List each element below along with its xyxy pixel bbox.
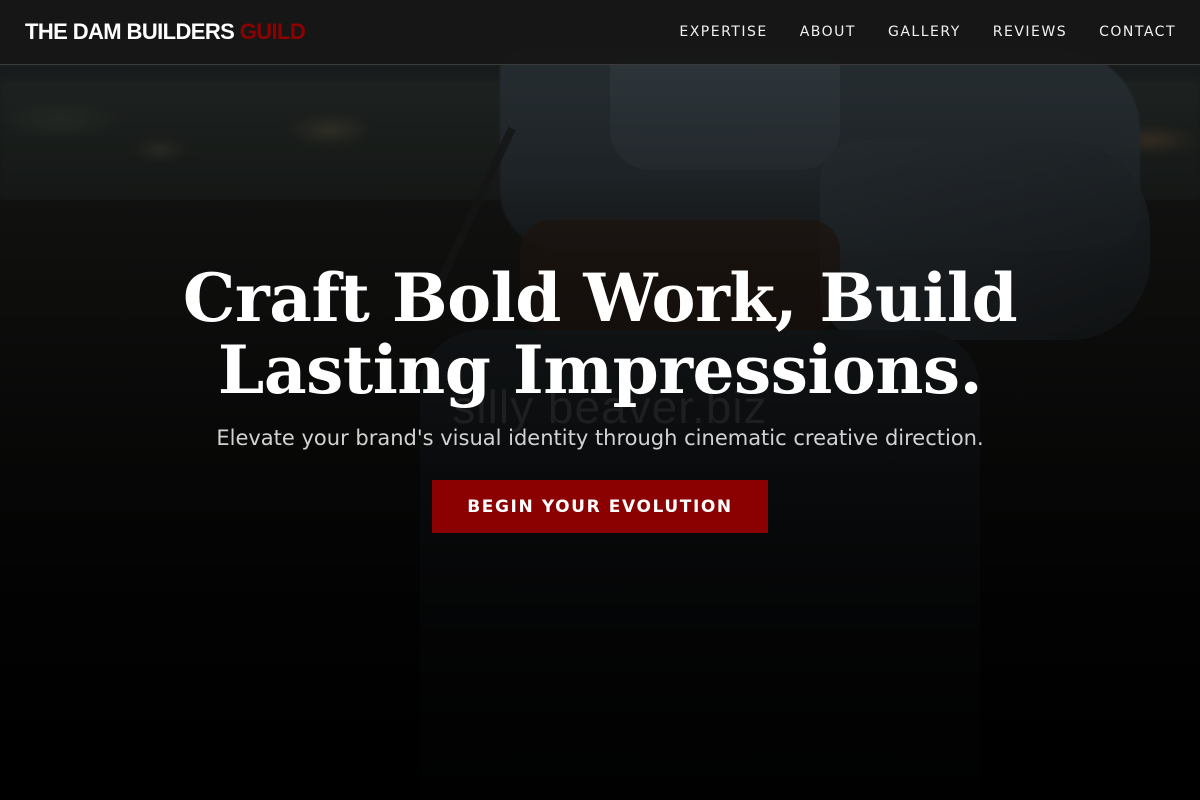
hero-section: Craft Bold Work, Build Lasting Impressio… [0, 262, 1200, 533]
landing-page: silly beaver.biz THE DAM BUILDERS GUILD … [0, 0, 1200, 800]
site-header: THE DAM BUILDERS GUILD EXPERTISE ABOUT G… [0, 0, 1200, 65]
begin-evolution-button[interactable]: BEGIN YOUR EVOLUTION [432, 480, 768, 533]
hero-subtitle: Elevate your brand's visual identity thr… [216, 426, 984, 450]
logo-accent-text: GUILD [239, 19, 306, 44]
nav-link-expertise[interactable]: EXPERTISE [679, 24, 767, 40]
nav-link-reviews[interactable]: REVIEWS [993, 24, 1067, 40]
main-nav: EXPERTISE ABOUT GALLERY REVIEWS CONTACT [679, 24, 1176, 40]
hero-title-line-2: Lasting Impressions. [217, 331, 983, 409]
nav-link-about[interactable]: ABOUT [800, 24, 856, 40]
hero-title: Craft Bold Work, Build Lasting Impressio… [150, 262, 1050, 406]
site-logo[interactable]: THE DAM BUILDERS GUILD [25, 19, 306, 45]
nav-link-gallery[interactable]: GALLERY [888, 24, 961, 40]
hero-title-line-1: Craft Bold Work, Build [182, 259, 1018, 337]
nav-link-contact[interactable]: CONTACT [1099, 24, 1176, 40]
logo-main-text: THE DAM BUILDERS [25, 19, 235, 44]
